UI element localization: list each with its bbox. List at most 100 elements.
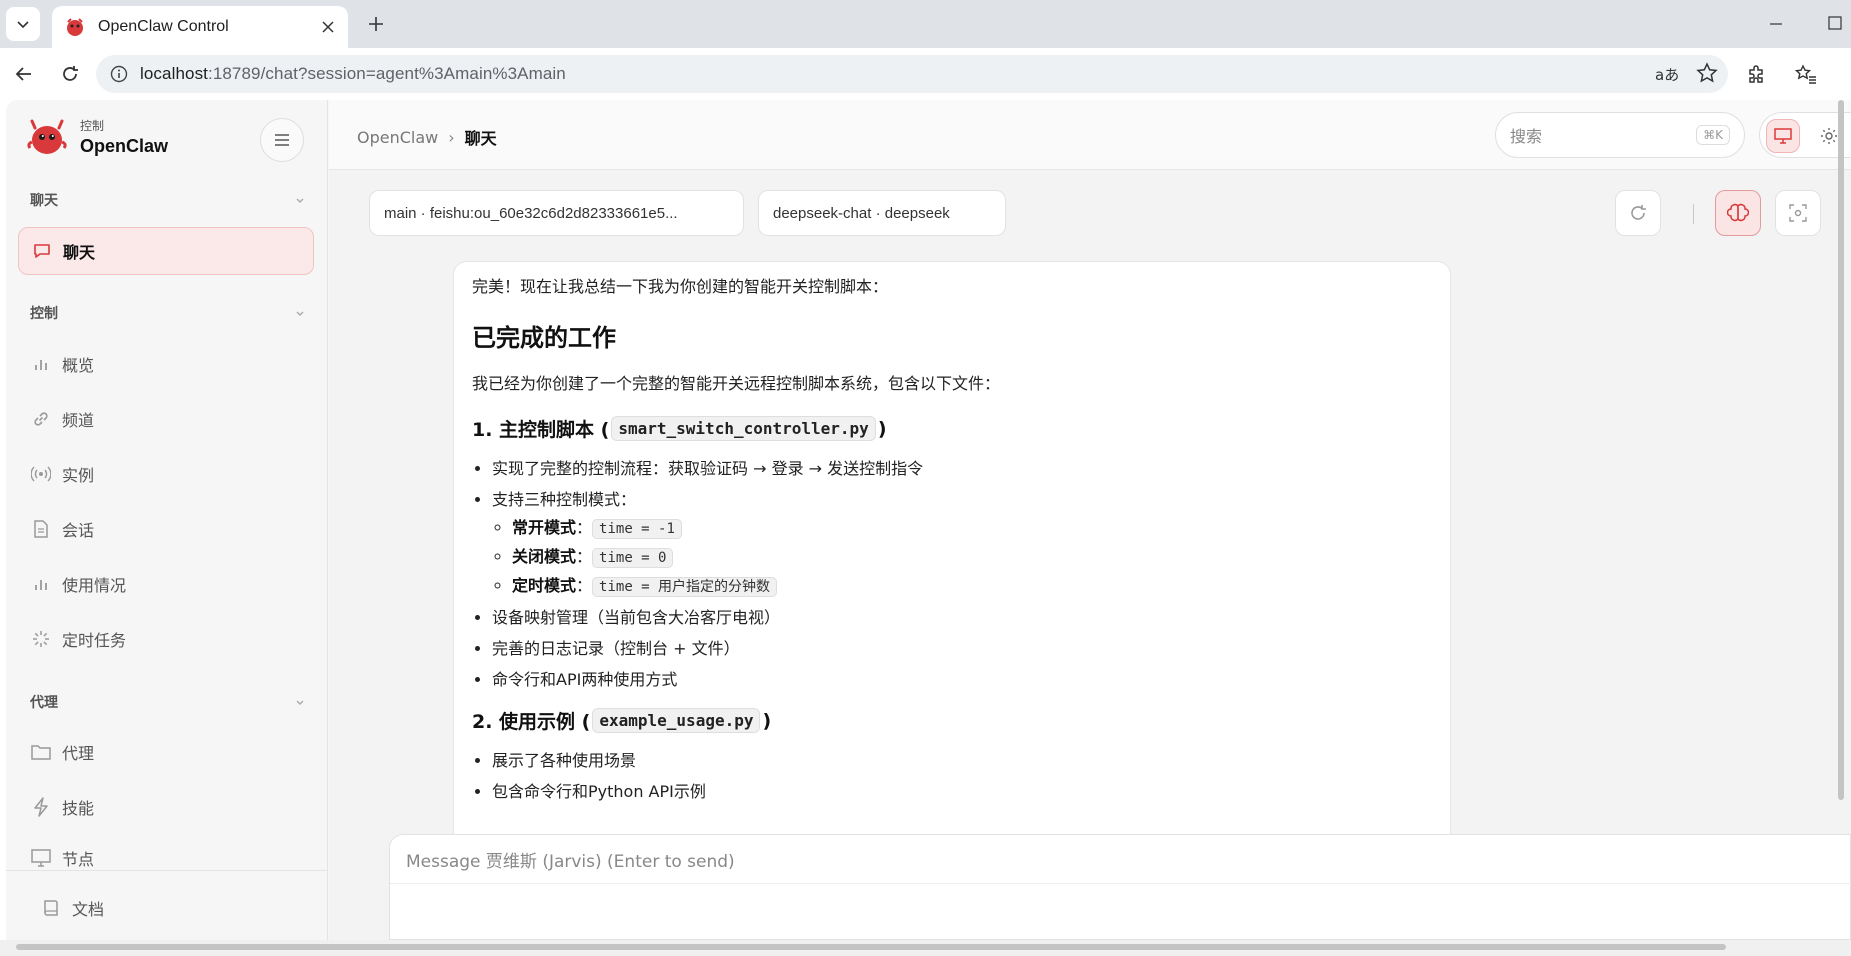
chevron-down-icon xyxy=(296,700,304,705)
message-intro: 完美！现在让我总结一下我为你创建的智能开关控制脚本： xyxy=(472,277,889,296)
sidebar-item-usage[interactable]: 使用情况 xyxy=(18,560,314,608)
mode-label: 常开模式 xyxy=(512,518,577,537)
reload-icon xyxy=(63,66,78,81)
refresh-button[interactable] xyxy=(1615,190,1661,236)
section-title-text: ) xyxy=(762,709,772,732)
focus-mode-button[interactable] xyxy=(1775,190,1821,236)
tab-title: OpenClaw Control xyxy=(98,18,229,35)
code-filename: example_usage.py xyxy=(592,708,761,733)
mode-label: 定时模式 xyxy=(512,576,577,595)
session-select[interactable]: main · feishu:ou_60e32c6d2d82333661e5... xyxy=(369,190,744,236)
sidebar-toggle-button[interactable] xyxy=(260,118,304,162)
section-header-agents[interactable]: 代理 xyxy=(30,692,306,712)
sidebar-item-scheduled-tasks[interactable]: 定时任务 xyxy=(18,615,314,663)
section-header-control[interactable]: 控制 xyxy=(30,303,306,323)
theme-system-button[interactable] xyxy=(1766,119,1800,153)
message-composer xyxy=(389,834,1851,940)
list-item: 关闭模式：time = 0 xyxy=(512,546,1432,569)
maximize-window-button[interactable] xyxy=(1826,14,1846,34)
vertical-scrollbar-thumb[interactable] xyxy=(1838,100,1844,800)
chevron-down-icon xyxy=(17,21,29,29)
assistant-message: 完美！现在让我总结一下我为你创建的智能开关控制脚本： 已完成的工作 我已经为你创… xyxy=(453,261,1451,861)
section-title-text: ) xyxy=(877,417,887,440)
app-window: 控制 OpenClaw 聊天 聊天 控制 概览 频道 实例 会话 使用情况 定时… xyxy=(6,100,1851,940)
chevron-down-icon xyxy=(296,198,304,203)
list-item: 包含命令行和Python API示例 xyxy=(492,781,1432,803)
section-label: 聊天 xyxy=(30,193,58,209)
list-item: 实现了完整的控制流程：获取验证码 → 登录 → 发送控制指令 xyxy=(492,458,1432,480)
close-icon xyxy=(322,21,334,33)
search-input[interactable]: 搜索 ⌘K xyxy=(1495,112,1745,158)
message-input[interactable] xyxy=(406,845,1706,879)
search-shortcut-badge: ⌘K xyxy=(1696,125,1730,145)
star-icon[interactable] xyxy=(1696,62,1718,84)
monitor-icon xyxy=(30,847,52,869)
main-panel: OpenClaw › 聊天 搜索 ⌘K main · feishu:ou_60e… xyxy=(329,100,1851,940)
bar-chart-icon xyxy=(30,353,52,375)
info-icon[interactable] xyxy=(110,65,128,83)
sun-icon xyxy=(1821,128,1837,144)
section-label: 代理 xyxy=(30,695,58,711)
list-item-text: 支持三种控制模式： xyxy=(492,490,637,509)
openclaw-favicon-icon xyxy=(67,18,83,36)
sidebar: 控制 OpenClaw 聊天 聊天 控制 概览 频道 实例 会话 使用情况 定时… xyxy=(6,100,328,940)
address-bar[interactable]: localhost:18789/chat?session=agent%3Amai… xyxy=(96,55,1728,93)
new-tab-button[interactable] xyxy=(362,10,390,38)
extensions-button[interactable] xyxy=(1740,58,1772,90)
sidebar-item-instances[interactable]: 实例 xyxy=(18,450,314,498)
url-path: :18789/chat?session=agent%3Amain%3Amain xyxy=(208,64,566,83)
brand-name: OpenClaw xyxy=(80,136,169,156)
sidebar-item-skills[interactable]: 技能 xyxy=(18,783,314,831)
book-icon xyxy=(40,897,62,919)
sidebar-item-label: 定时任务 xyxy=(62,631,127,650)
monitor-icon xyxy=(1774,128,1792,144)
list-item: 设备映射管理（当前包含大冶客厅电视） xyxy=(492,607,1432,629)
model-select[interactable]: deepseek-chat · deepseek xyxy=(758,190,1006,236)
link-icon xyxy=(30,408,52,430)
breadcrumb-parent[interactable]: OpenClaw xyxy=(357,128,438,147)
minimize-icon xyxy=(1770,23,1782,25)
section-title-text: 1. 主控制脚本 ( xyxy=(472,419,610,441)
sidebar-item-label: 技能 xyxy=(62,799,95,818)
back-button[interactable] xyxy=(8,58,40,90)
sidebar-item-label: 概览 xyxy=(62,356,95,375)
section-title-main-script: 1. 主控制脚本 ( smart_switch_controller.py ) xyxy=(472,415,1432,442)
browser-tabstrip: OpenClaw Control xyxy=(0,0,1851,48)
favorites-button[interactable] xyxy=(1790,58,1822,90)
favorites-list-icon xyxy=(1795,64,1816,84)
translate-icon[interactable]: aあ xyxy=(1654,62,1678,86)
chevron-down-icon xyxy=(296,311,304,316)
sidebar-item-label: 会话 xyxy=(62,521,95,540)
list-item: 定时模式：time = 用户指定的分钟数 xyxy=(512,575,1432,598)
close-tab-button[interactable] xyxy=(318,17,338,37)
horizontal-scrollbar-thumb[interactable] xyxy=(16,944,1726,950)
reload-button[interactable] xyxy=(54,58,86,90)
url-text: localhost:18789/chat?session=agent%3Amai… xyxy=(140,64,566,84)
sidebar-item-agents[interactable]: 代理 xyxy=(18,728,314,776)
thinking-toggle-button[interactable] xyxy=(1715,190,1761,236)
loader-icon xyxy=(30,628,52,650)
section-header-chat[interactable]: 聊天 xyxy=(30,190,306,210)
list-item: 展示了各种使用场景 xyxy=(492,750,1432,772)
bar-chart-icon xyxy=(30,573,52,595)
session-select-value: main · feishu:ou_60e32c6d2d82333661e5... xyxy=(384,204,678,222)
brand: 控制 OpenClaw xyxy=(26,116,168,158)
search-placeholder: 搜索 xyxy=(1510,127,1543,146)
sidebar-item-chat[interactable]: 聊天 xyxy=(18,227,314,275)
sidebar-item-docs[interactable]: 文档 xyxy=(28,884,324,932)
sidebar-item-overview[interactable]: 概览 xyxy=(18,340,314,388)
browser-tab-active[interactable]: OpenClaw Control xyxy=(52,6,348,48)
brand-subtitle: 控制 xyxy=(80,119,105,133)
sidebar-item-label: 节点 xyxy=(62,850,95,869)
sidebar-item-label: 使用情况 xyxy=(62,576,127,595)
minimize-window-button[interactable] xyxy=(1766,14,1786,34)
sidebar-item-sessions[interactable]: 会话 xyxy=(18,505,314,553)
colon: ： xyxy=(576,547,593,566)
list-item: 命令行和API两种使用方式 xyxy=(492,669,1432,691)
model-select-value: deepseek-chat · deepseek xyxy=(773,204,950,222)
message-summary: 我已经为你创建了一个完整的智能开关远程控制脚本系统，包含以下文件： xyxy=(472,374,1001,393)
sidebar-item-channels[interactable]: 频道 xyxy=(18,395,314,443)
inline-code: time = 0 xyxy=(592,548,674,568)
tab-search-button[interactable] xyxy=(6,7,40,41)
breadcrumb-current: 聊天 xyxy=(464,129,497,148)
